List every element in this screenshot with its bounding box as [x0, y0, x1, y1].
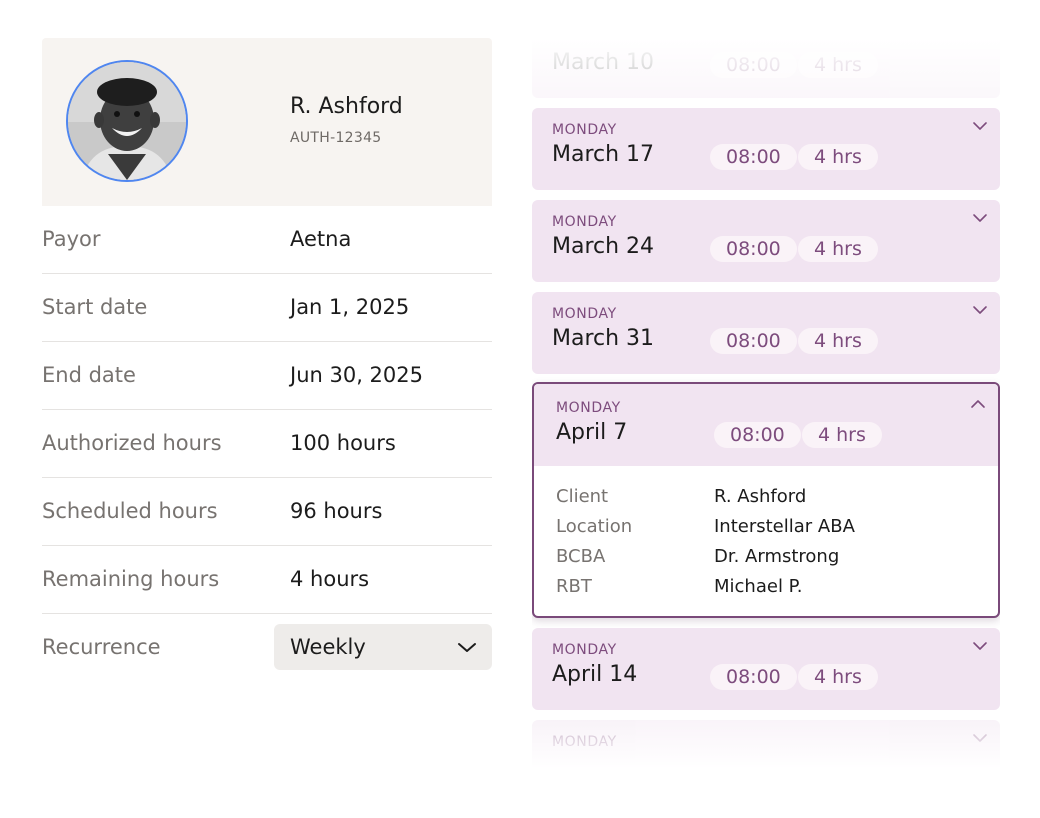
chevron-up-icon[interactable] [970, 398, 986, 410]
session-duration: 4 hrs [798, 144, 878, 170]
detail-value: Jun 30, 2025 [290, 363, 424, 387]
session-detail-label: Location [556, 516, 633, 537]
avatar [66, 60, 188, 182]
session-duration: 4 hrs [798, 236, 878, 262]
session-card[interactable]: MONDAY April 14 08:00 4 hrs [532, 628, 1000, 710]
session-card[interactable]: MONDAY March 31 08:00 4 hrs [532, 292, 1000, 374]
chevron-down-icon [458, 643, 476, 652]
chevron-down-icon[interactable] [972, 120, 988, 132]
detail-value: 96 hours [290, 499, 383, 523]
detail-row-scheduled-hours: Scheduled hours 96 hours [42, 478, 492, 546]
avatar-photo [68, 62, 186, 180]
detail-label: Start date [42, 295, 148, 319]
session-duration: 4 hrs [798, 328, 878, 354]
session-duration: 4 hrs [802, 422, 882, 448]
session-date: April 7 [556, 420, 628, 445]
session-time: 08:00 [710, 328, 797, 354]
session-card-expanded[interactable]: MONDAY April 7 08:00 4 hrs Client R. Ash… [532, 382, 1000, 618]
session-time: 08:00 [710, 144, 797, 170]
session-detail-value: Interstellar ABA [714, 516, 855, 537]
session-date: March 17 [552, 142, 655, 167]
session-day: MONDAY [552, 306, 617, 322]
session-detail-label: BCBA [556, 546, 606, 567]
chevron-down-icon[interactable] [972, 212, 988, 224]
detail-label: Payor [42, 227, 101, 251]
recurrence-selected-value: Weekly [290, 635, 366, 659]
detail-label: End date [42, 363, 136, 387]
detail-row-end-date: End date Jun 30, 2025 [42, 342, 492, 410]
session-card[interactable]: MONDAY [532, 720, 1000, 778]
session-detail-value: Dr. Armstrong [714, 546, 840, 567]
session-duration: 4 hrs [798, 664, 878, 690]
profile-header: R. Ashford AUTH-12345 [42, 38, 492, 206]
detail-row-start-date: Start date Jan 1, 2025 [42, 274, 492, 342]
session-day: MONDAY [552, 642, 617, 658]
session-card[interactable]: March 10 08:00 4 hrs [532, 38, 1000, 98]
recurrence-select[interactable]: Weekly [274, 624, 492, 670]
session-day: MONDAY [552, 214, 617, 230]
client-name: R. Ashford [290, 94, 403, 119]
session-card-header[interactable]: MONDAY April 7 08:00 4 hrs [534, 384, 998, 466]
authorization-details: Payor Aetna Start date Jan 1, 2025 End d… [42, 206, 492, 681]
detail-label: Remaining hours [42, 567, 220, 591]
session-card[interactable]: MONDAY March 17 08:00 4 hrs [532, 108, 1000, 190]
session-date: April 14 [552, 662, 638, 687]
chevron-down-icon[interactable] [972, 640, 988, 652]
detail-label: Scheduled hours [42, 499, 218, 523]
session-detail-value: Michael P. [714, 576, 803, 597]
session-day: MONDAY [552, 734, 617, 750]
session-time: 08:00 [710, 236, 797, 262]
chevron-down-icon[interactable] [972, 732, 988, 744]
detail-value: 4 hours [290, 567, 370, 591]
chevron-down-icon[interactable] [972, 304, 988, 316]
session-list: March 10 08:00 4 hrs MONDAY March 17 08:… [532, 38, 1000, 778]
detail-row-remaining-hours: Remaining hours 4 hours [42, 546, 492, 614]
detail-label: Authorized hours [42, 431, 222, 455]
session-day: MONDAY [556, 400, 621, 416]
detail-label: Recurrence [42, 635, 161, 659]
session-time: 08:00 [710, 664, 797, 690]
detail-value: Aetna [290, 227, 352, 251]
session-detail-value: R. Ashford [714, 486, 807, 507]
session-day: MONDAY [552, 122, 617, 138]
session-detail-label: RBT [556, 576, 592, 597]
session-detail-label: Client [556, 486, 609, 507]
detail-row-recurrence: Recurrence Weekly [42, 614, 492, 681]
detail-value: Jan 1, 2025 [290, 295, 410, 319]
session-date: March 24 [552, 234, 655, 259]
session-time: 08:00 [714, 422, 801, 448]
detail-row-authorized-hours: Authorized hours 100 hours [42, 410, 492, 478]
session-date: March 10 [552, 50, 655, 75]
detail-value: 100 hours [290, 431, 396, 455]
session-card[interactable]: MONDAY March 24 08:00 4 hrs [532, 200, 1000, 282]
session-time: 08:00 [710, 52, 797, 78]
session-duration: 4 hrs [798, 52, 878, 78]
authorization-id: AUTH-12345 [290, 130, 382, 146]
session-date: March 31 [552, 326, 655, 351]
detail-row-payor: Payor Aetna [42, 206, 492, 274]
